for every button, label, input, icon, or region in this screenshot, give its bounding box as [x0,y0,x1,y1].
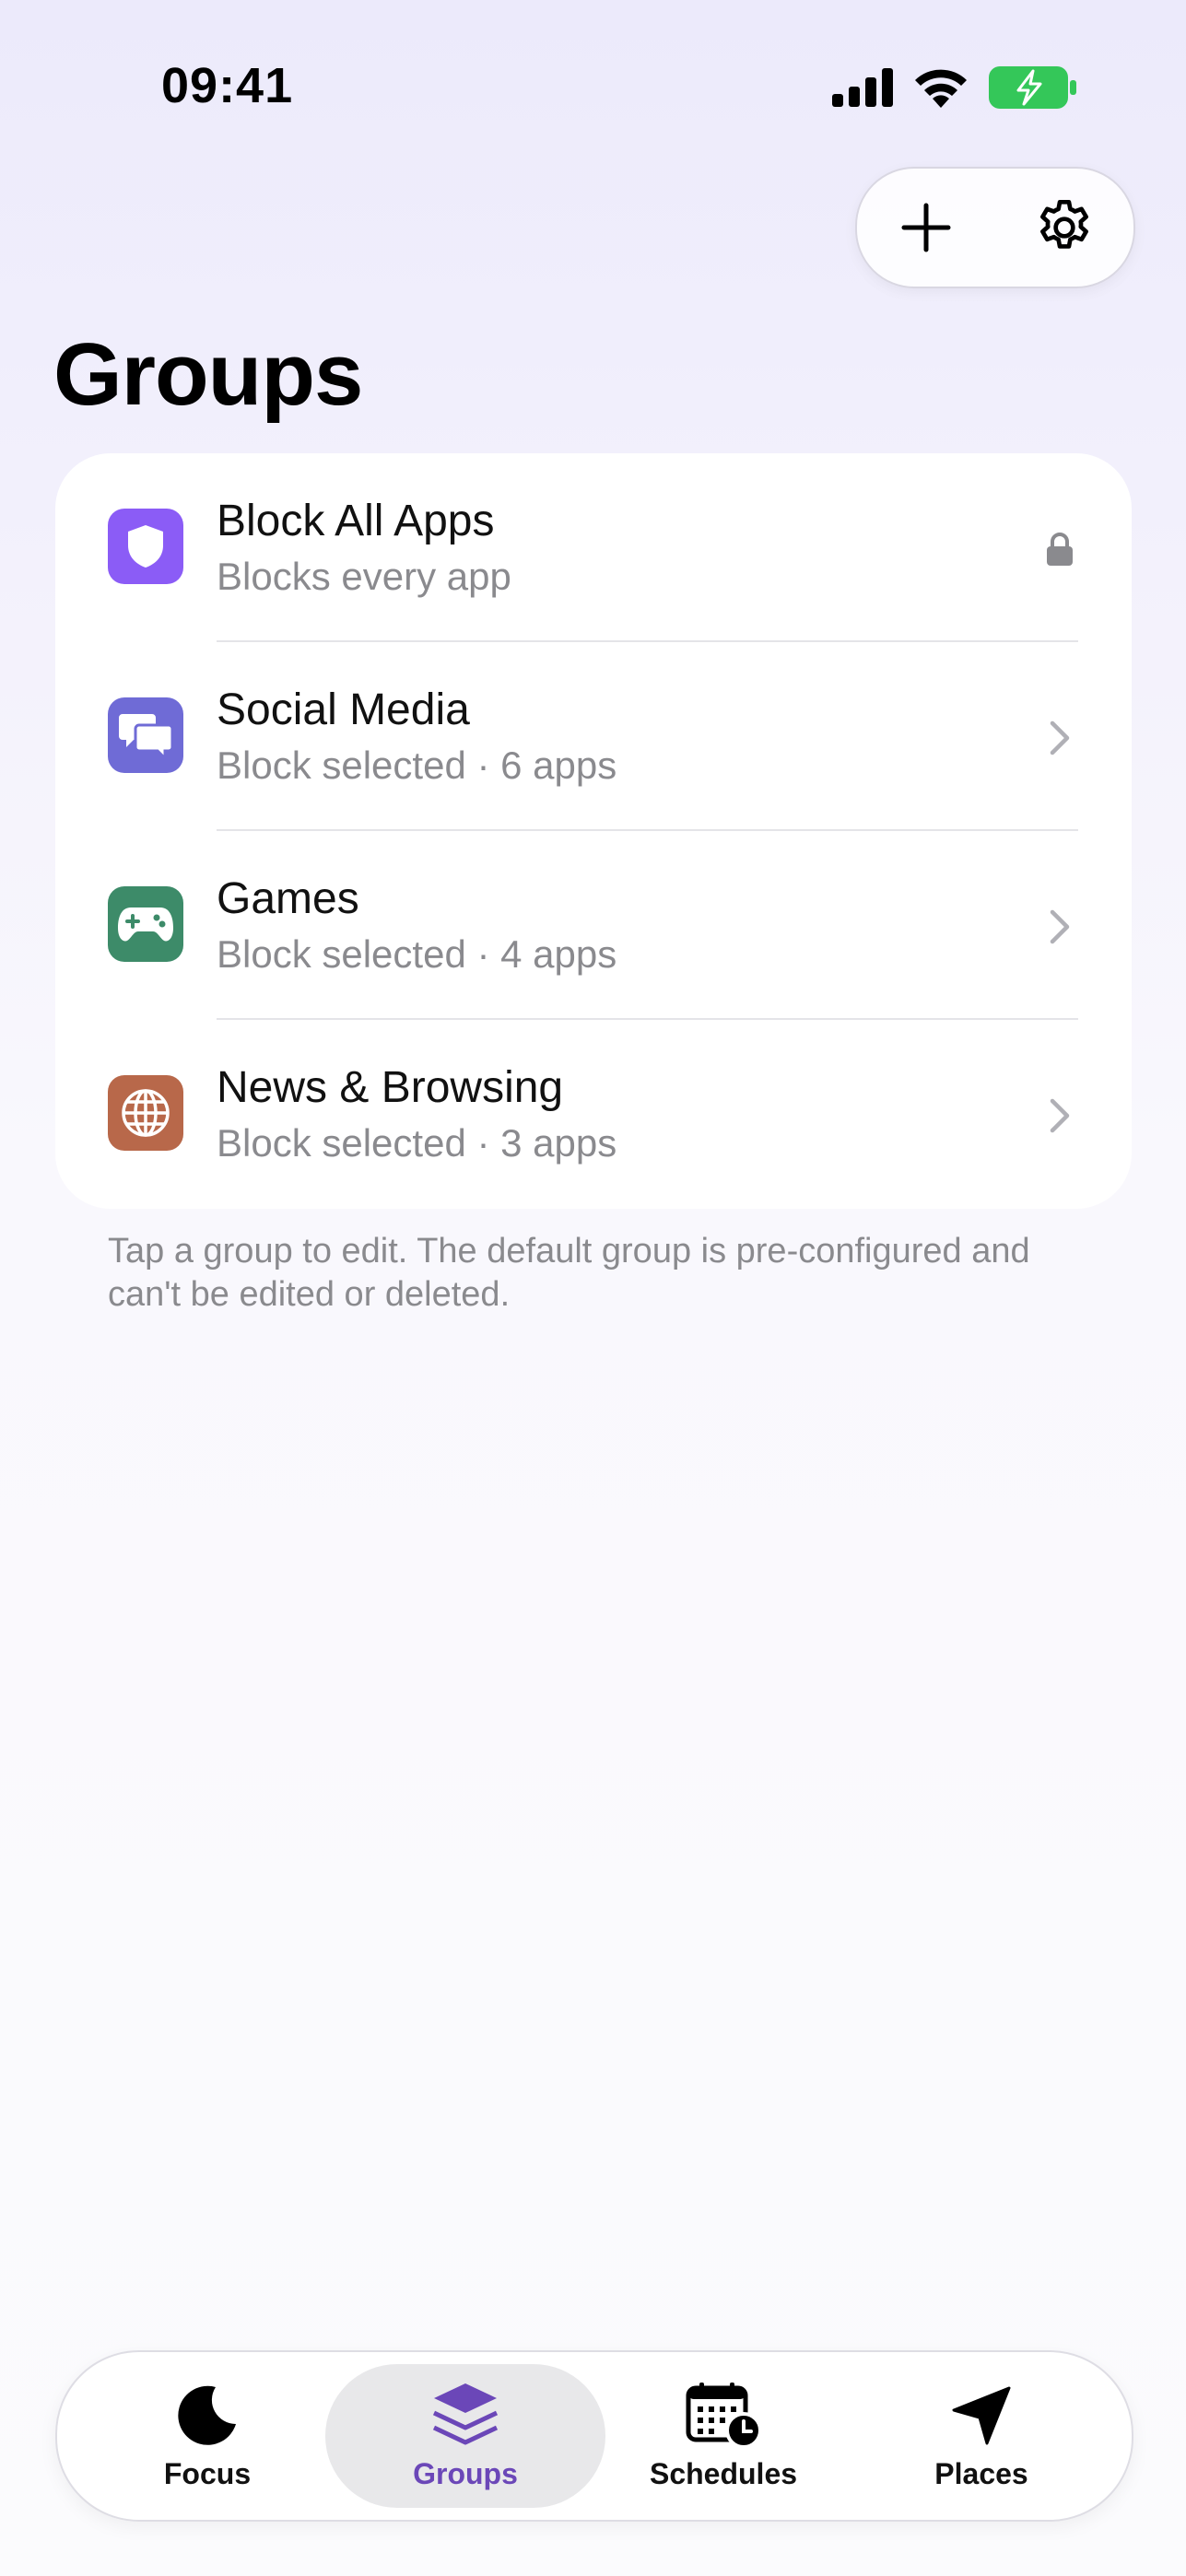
group-title: Social Media [217,685,470,734]
tab-groups[interactable]: Groups [336,2352,594,2520]
chevron-right-icon [1041,905,1078,949]
group-title: Block All Apps [217,497,495,545]
add-group-button[interactable] [880,181,972,274]
group-row-social-media[interactable]: Social Media Block selected · 6 apps [55,642,1132,831]
tab-label: Places [934,2457,1028,2490]
shield-icon [108,509,183,584]
layers-icon [432,2382,499,2450]
tab-places[interactable]: Places [852,2352,1110,2520]
status-icons [832,66,1077,109]
chat-bubbles-icon [108,697,183,773]
top-action-pill [855,167,1135,288]
wifi-icon [915,69,967,108]
lock-icon [1041,527,1078,571]
tab-label: Groups [413,2457,518,2490]
moon-icon [175,2382,240,2450]
settings-button[interactable] [1018,181,1110,274]
page-title: Groups [53,325,363,424]
tab-label: Focus [163,2457,252,2490]
groups-list: Block All Apps Blocks every app Social M… [55,453,1132,1209]
tab-bar: Focus Groups Schedules Places [55,2350,1133,2522]
chevron-right-icon [1041,716,1078,760]
gear-icon [1040,199,1088,249]
status-time: 09:41 [161,58,294,113]
group-row-block-all-apps[interactable]: Block All Apps Blocks every app [55,453,1132,642]
group-title: Games [217,874,359,923]
tab-focus[interactable]: Focus [78,2352,336,2520]
groups-footnote: Tap a group to edit. The default group i… [108,1232,1030,1314]
group-row-games[interactable]: Games Block selected · 4 apps [55,831,1132,1020]
group-subtitle: Block selected · 4 apps [217,932,617,976]
tab-label: Schedules [649,2457,798,2490]
chevron-right-icon [1041,1094,1078,1138]
globe-icon [108,1075,183,1151]
gamepad-icon [108,886,183,962]
group-row-news-browsing[interactable]: News & Browsing Block selected · 3 apps [55,1020,1132,1209]
group-title: News & Browsing [217,1063,564,1112]
group-subtitle: Blocks every app [217,555,511,598]
group-subtitle: Block selected · 6 apps [217,744,617,787]
group-subtitle: Block selected · 3 apps [217,1121,617,1165]
battery-charging-icon [989,66,1076,109]
calendar-clock-icon [685,2382,762,2450]
location-arrow-icon [950,2382,1013,2450]
signal-icon [832,68,893,107]
tab-schedules[interactable]: Schedules [594,2352,852,2520]
plus-icon [901,203,951,252]
